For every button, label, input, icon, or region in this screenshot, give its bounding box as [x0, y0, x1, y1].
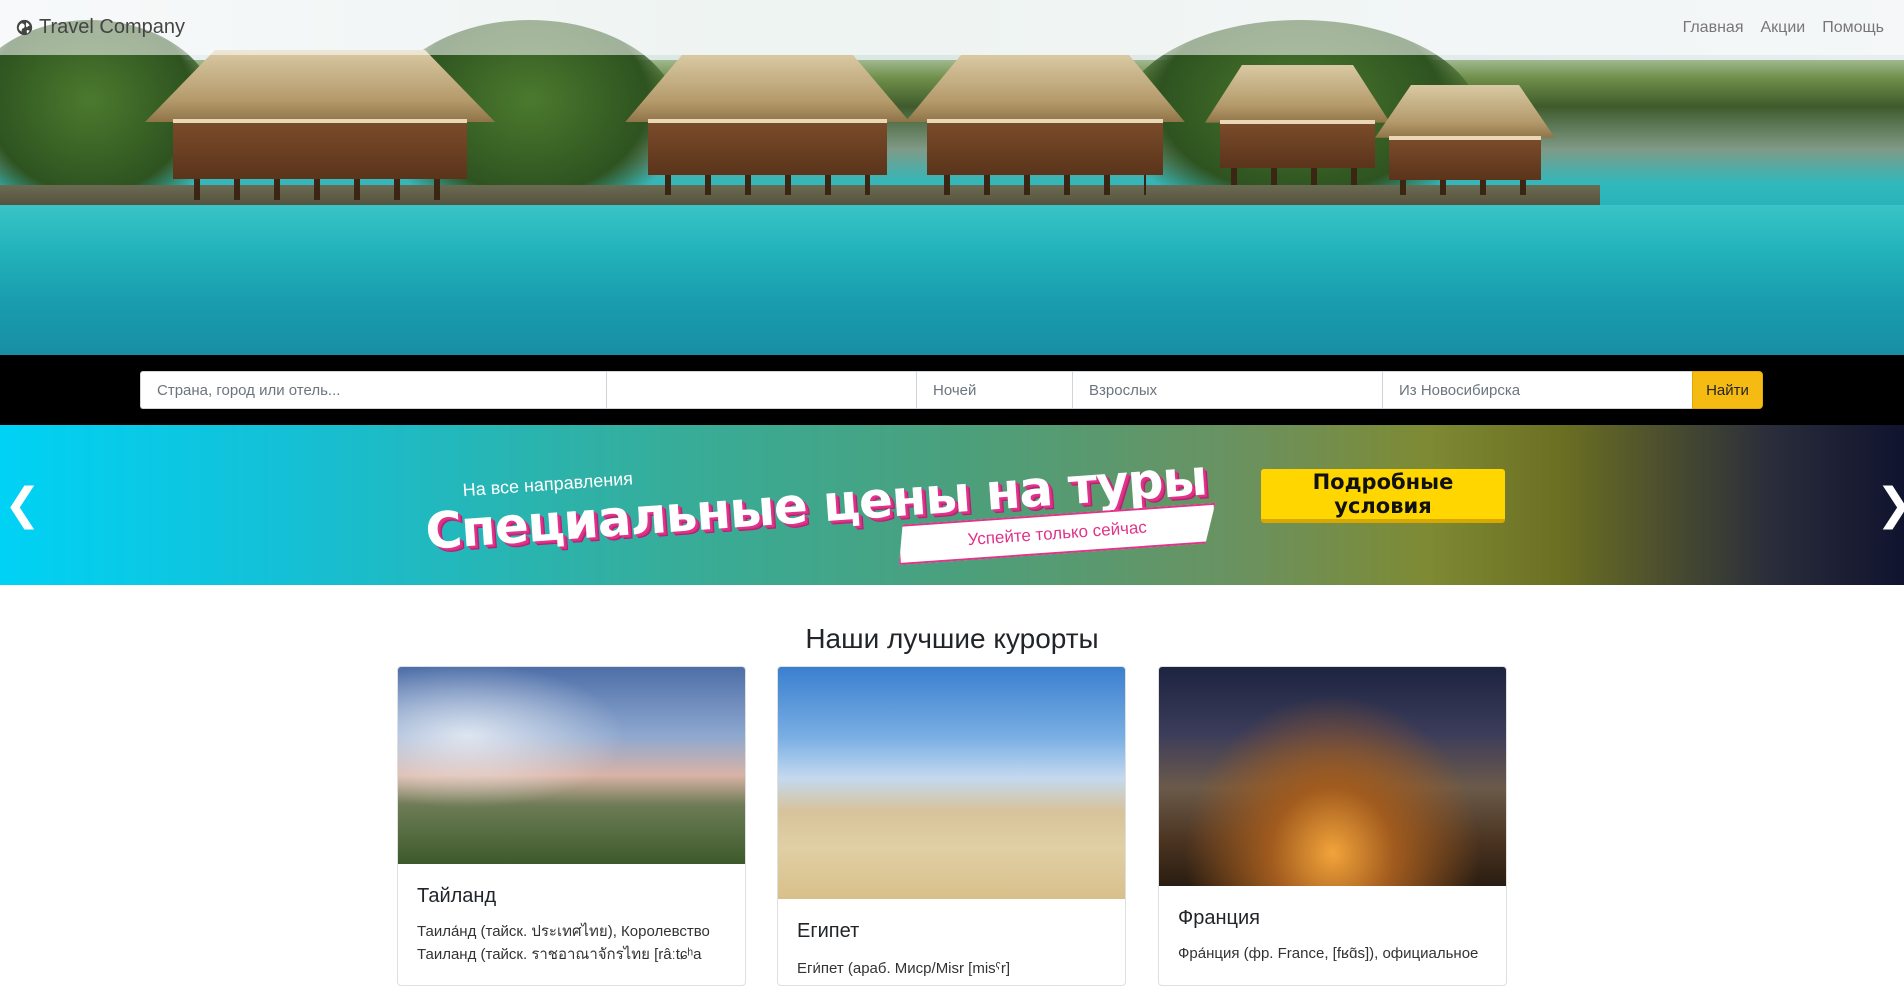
resort-title: Египет [797, 920, 860, 942]
resort-image-egypt [778, 667, 1125, 899]
nights-input[interactable] [916, 371, 1072, 409]
date-input[interactable] [606, 371, 916, 409]
resort-card-thailand[interactable]: Тайланд Таила́нд (тайск. ประเทศไทย), Кор… [397, 666, 746, 986]
resort-card-france[interactable]: Франция Фра́нция (фр. France, [fʁɑ̃s]), … [1158, 666, 1507, 986]
resort-image-thailand [398, 667, 745, 864]
resort-title: Тайланд [417, 885, 497, 907]
section-title: Наши лучшие курорты [805, 623, 1099, 654]
resort-card-egypt[interactable]: Египет Еги́пет (араб. Миср/Misr [misˤr] [777, 666, 1126, 986]
search-form: Найти [140, 371, 1763, 409]
destination-input[interactable] [140, 371, 606, 409]
search-button[interactable]: Найти [1692, 371, 1763, 409]
resort-image-france [1159, 667, 1506, 886]
departure-city-input[interactable] [1382, 371, 1692, 409]
hero-water [0, 205, 1904, 355]
carousel-next-icon[interactable]: ❯ [1876, 480, 1904, 530]
nav-link-home[interactable]: Главная [1683, 19, 1744, 37]
brand-link[interactable]: Travel Company [16, 16, 185, 39]
carousel-prev-icon[interactable]: ❮ [4, 480, 41, 530]
nav-link-promotions[interactable]: Акции [1760, 19, 1805, 37]
resort-title: Франция [1178, 907, 1260, 929]
brand-name: Travel Company [39, 16, 185, 38]
globe-icon [16, 19, 33, 36]
resort-description: Фра́нция (фр. France, [fʁɑ̃s]), официаль… [1178, 945, 1479, 962]
resort-description: Таила́нд (тайск. ประเทศไทย), Королевство… [417, 923, 710, 963]
adults-input[interactable] [1072, 371, 1382, 409]
resort-description: Еги́пет (араб. Миср/Misr [misˤr] [797, 960, 1011, 977]
nav-link-help[interactable]: Помощь [1822, 19, 1884, 37]
hero-hut-5 [1375, 85, 1555, 195]
hero-hut-4 [1205, 65, 1390, 185]
promo-details-button[interactable]: Подробные условия [1261, 469, 1505, 523]
search-bar: Найти [0, 355, 1904, 425]
promo-carousel: ❮ На все направления Специальные цены на… [0, 425, 1904, 585]
hero-hut-1 [145, 50, 495, 200]
navbar: Travel Company Главная Акции Помощь [0, 0, 1904, 55]
hero-hut-3 [905, 55, 1185, 195]
promo-artwork: На все направления Специальные цены на т… [421, 425, 1228, 585]
hero-hut-2 [625, 55, 910, 195]
nav-links: Главная Акции Помощь [1683, 19, 1884, 37]
